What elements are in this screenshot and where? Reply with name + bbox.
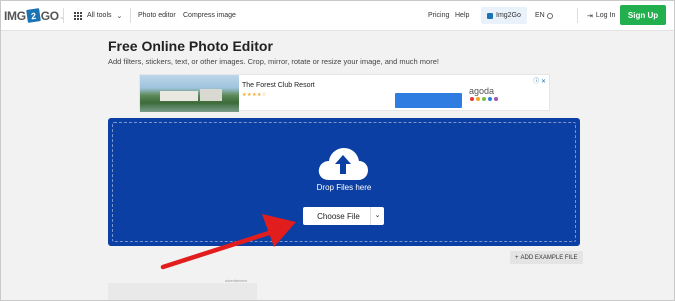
logo-text-go: GO: [40, 8, 59, 23]
drop-files-label: Drop Files here: [316, 183, 372, 192]
img2go-logo[interactable]: IMG 2 GO ™: [4, 7, 64, 24]
nav-divider: [577, 8, 578, 23]
nav-divider: [63, 8, 64, 23]
page-subtitle: Add filters, stickers, text, or other im…: [108, 57, 439, 66]
img2go-icon: [487, 12, 493, 19]
logo-text-img: IMG: [4, 8, 26, 23]
login-link[interactable]: ⇥ Log In: [587, 0, 615, 31]
img2go-label: Img2Go: [496, 12, 521, 19]
nav-divider: [130, 8, 131, 23]
page-title: Free Online Photo Editor: [108, 38, 273, 54]
ad-brand-dots: [470, 97, 498, 101]
ad-resort-image: [140, 75, 239, 112]
ad-star-rating: ★★★★☆: [242, 92, 267, 98]
logo-text-2: 2: [25, 8, 41, 23]
nav-link-help[interactable]: Help: [455, 0, 469, 31]
language-label: EN: [535, 12, 545, 19]
ad-brand-logo: agoda: [469, 86, 495, 96]
grid-icon: [74, 11, 82, 20]
add-example-file-label: ADD EXAMPLE FILE: [520, 254, 578, 261]
ad-hotel-name: The Forest Club Resort: [242, 82, 315, 89]
chevron-down-icon[interactable]: ⌄: [370, 207, 384, 225]
globe-icon: [546, 12, 553, 19]
login-label: Log In: [595, 12, 616, 19]
plus-icon: +: [515, 254, 519, 261]
all-tools-menu[interactable]: All tools ⌄: [74, 0, 122, 31]
choose-file-button[interactable]: Choose File ⌄: [303, 207, 384, 225]
ad-banner[interactable]: The Forest Club Resort ★★★★☆ agoda ⓘ ✕: [139, 74, 550, 112]
nav-link-pricing[interactable]: Pricing: [428, 0, 449, 31]
nav-link-compress-image[interactable]: Compress image: [183, 0, 236, 31]
nav-link-photo-editor[interactable]: Photo editor: [138, 0, 176, 31]
chevron-down-icon: ⌄: [116, 12, 123, 20]
language-selector[interactable]: EN: [535, 0, 553, 31]
all-tools-label: All tools: [87, 12, 112, 19]
login-icon: ⇥: [587, 12, 593, 20]
ad-placeholder: [108, 283, 257, 301]
ad-cta-button[interactable]: [395, 93, 462, 108]
add-example-file-button[interactable]: + ADD EXAMPLE FILE: [510, 251, 583, 264]
choose-file-label: Choose File: [317, 211, 360, 221]
img2go-brand-button[interactable]: Img2Go: [481, 7, 527, 24]
signup-button[interactable]: Sign Up: [620, 5, 666, 25]
file-drop-zone[interactable]: [108, 118, 580, 246]
ad-close-icon[interactable]: ⓘ ✕: [533, 76, 546, 85]
cloud-upload-icon: [318, 148, 368, 180]
top-navbar: IMG 2 GO ™ All tools ⌄ Photo editor Comp…: [0, 0, 675, 31]
